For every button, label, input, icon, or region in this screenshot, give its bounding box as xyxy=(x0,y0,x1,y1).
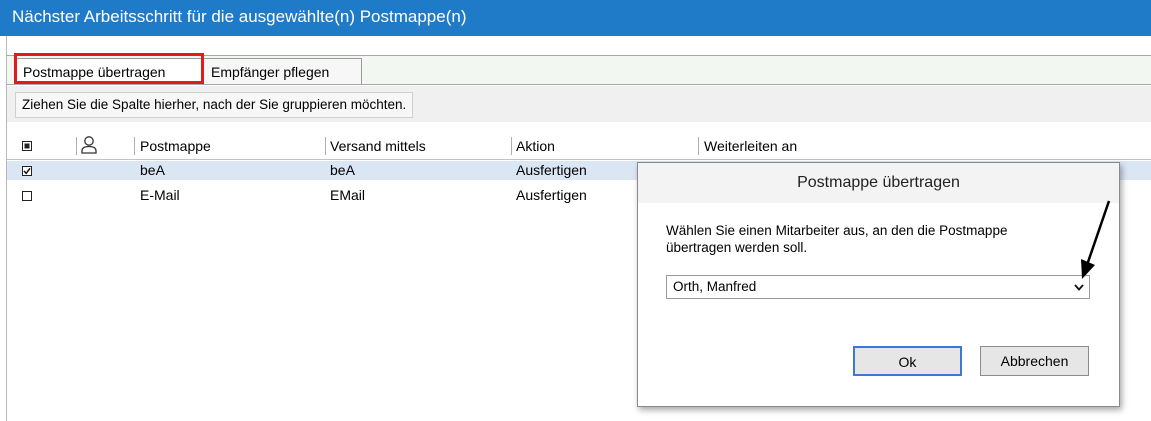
group-by-hint: Ziehen Sie die Spalte hierher, nach der … xyxy=(15,92,414,118)
select-all-checkbox-icon[interactable] xyxy=(22,141,32,151)
row-checkbox-checked[interactable] xyxy=(22,166,32,176)
column-separator[interactable] xyxy=(134,137,135,155)
dialog-title: Postmappe übertragen xyxy=(797,174,960,191)
ok-button[interactable]: Ok xyxy=(853,346,962,376)
cancel-button[interactable]: Abbrechen xyxy=(980,346,1089,376)
employee-select-value: Orth, Manfred xyxy=(673,279,757,294)
annotation-arrow-icon xyxy=(1074,199,1114,281)
row-checkbox-unchecked[interactable] xyxy=(22,191,32,201)
column-header-postmappe[interactable]: Postmappe xyxy=(140,133,211,159)
column-separator[interactable] xyxy=(325,137,326,155)
dialog-title-bar: Postmappe übertragen xyxy=(638,163,1119,203)
column-separator[interactable] xyxy=(698,137,699,155)
window-title-bar: Nächster Arbeitsschritt für die ausgewäh… xyxy=(0,0,1151,36)
cell-aktion: Ausfertigen xyxy=(516,162,587,178)
dialog-message: Wählen Sie einen Mitarbeiter aus, an den… xyxy=(666,223,1008,255)
tab-empfaenger-pflegen[interactable]: Empfänger pflegen xyxy=(203,58,362,84)
transfer-dialog: Postmappe übertragen Wählen Sie einen Mi… xyxy=(637,162,1120,407)
cell-aktion: Ausfertigen xyxy=(516,187,587,203)
highlight-box xyxy=(14,53,204,84)
column-separator[interactable] xyxy=(76,137,77,155)
cell-versand: beA xyxy=(330,162,355,178)
column-separator[interactable] xyxy=(511,137,512,155)
column-header-versand-mittels[interactable]: Versand mittels xyxy=(330,133,426,159)
column-header-weiterleiten-an[interactable]: Weiterleiten an xyxy=(704,133,797,159)
cell-versand: EMail xyxy=(330,187,366,203)
person-icon xyxy=(80,135,98,155)
cell-postmappe: beA xyxy=(140,162,165,178)
column-header-aktion[interactable]: Aktion xyxy=(516,133,555,159)
employee-select[interactable]: Orth, Manfred xyxy=(666,275,1090,299)
chevron-down-icon[interactable] xyxy=(1072,280,1086,294)
window-title: Nächster Arbeitsschritt für die ausgewäh… xyxy=(12,7,467,26)
cell-postmappe: E-Mail xyxy=(140,187,180,203)
